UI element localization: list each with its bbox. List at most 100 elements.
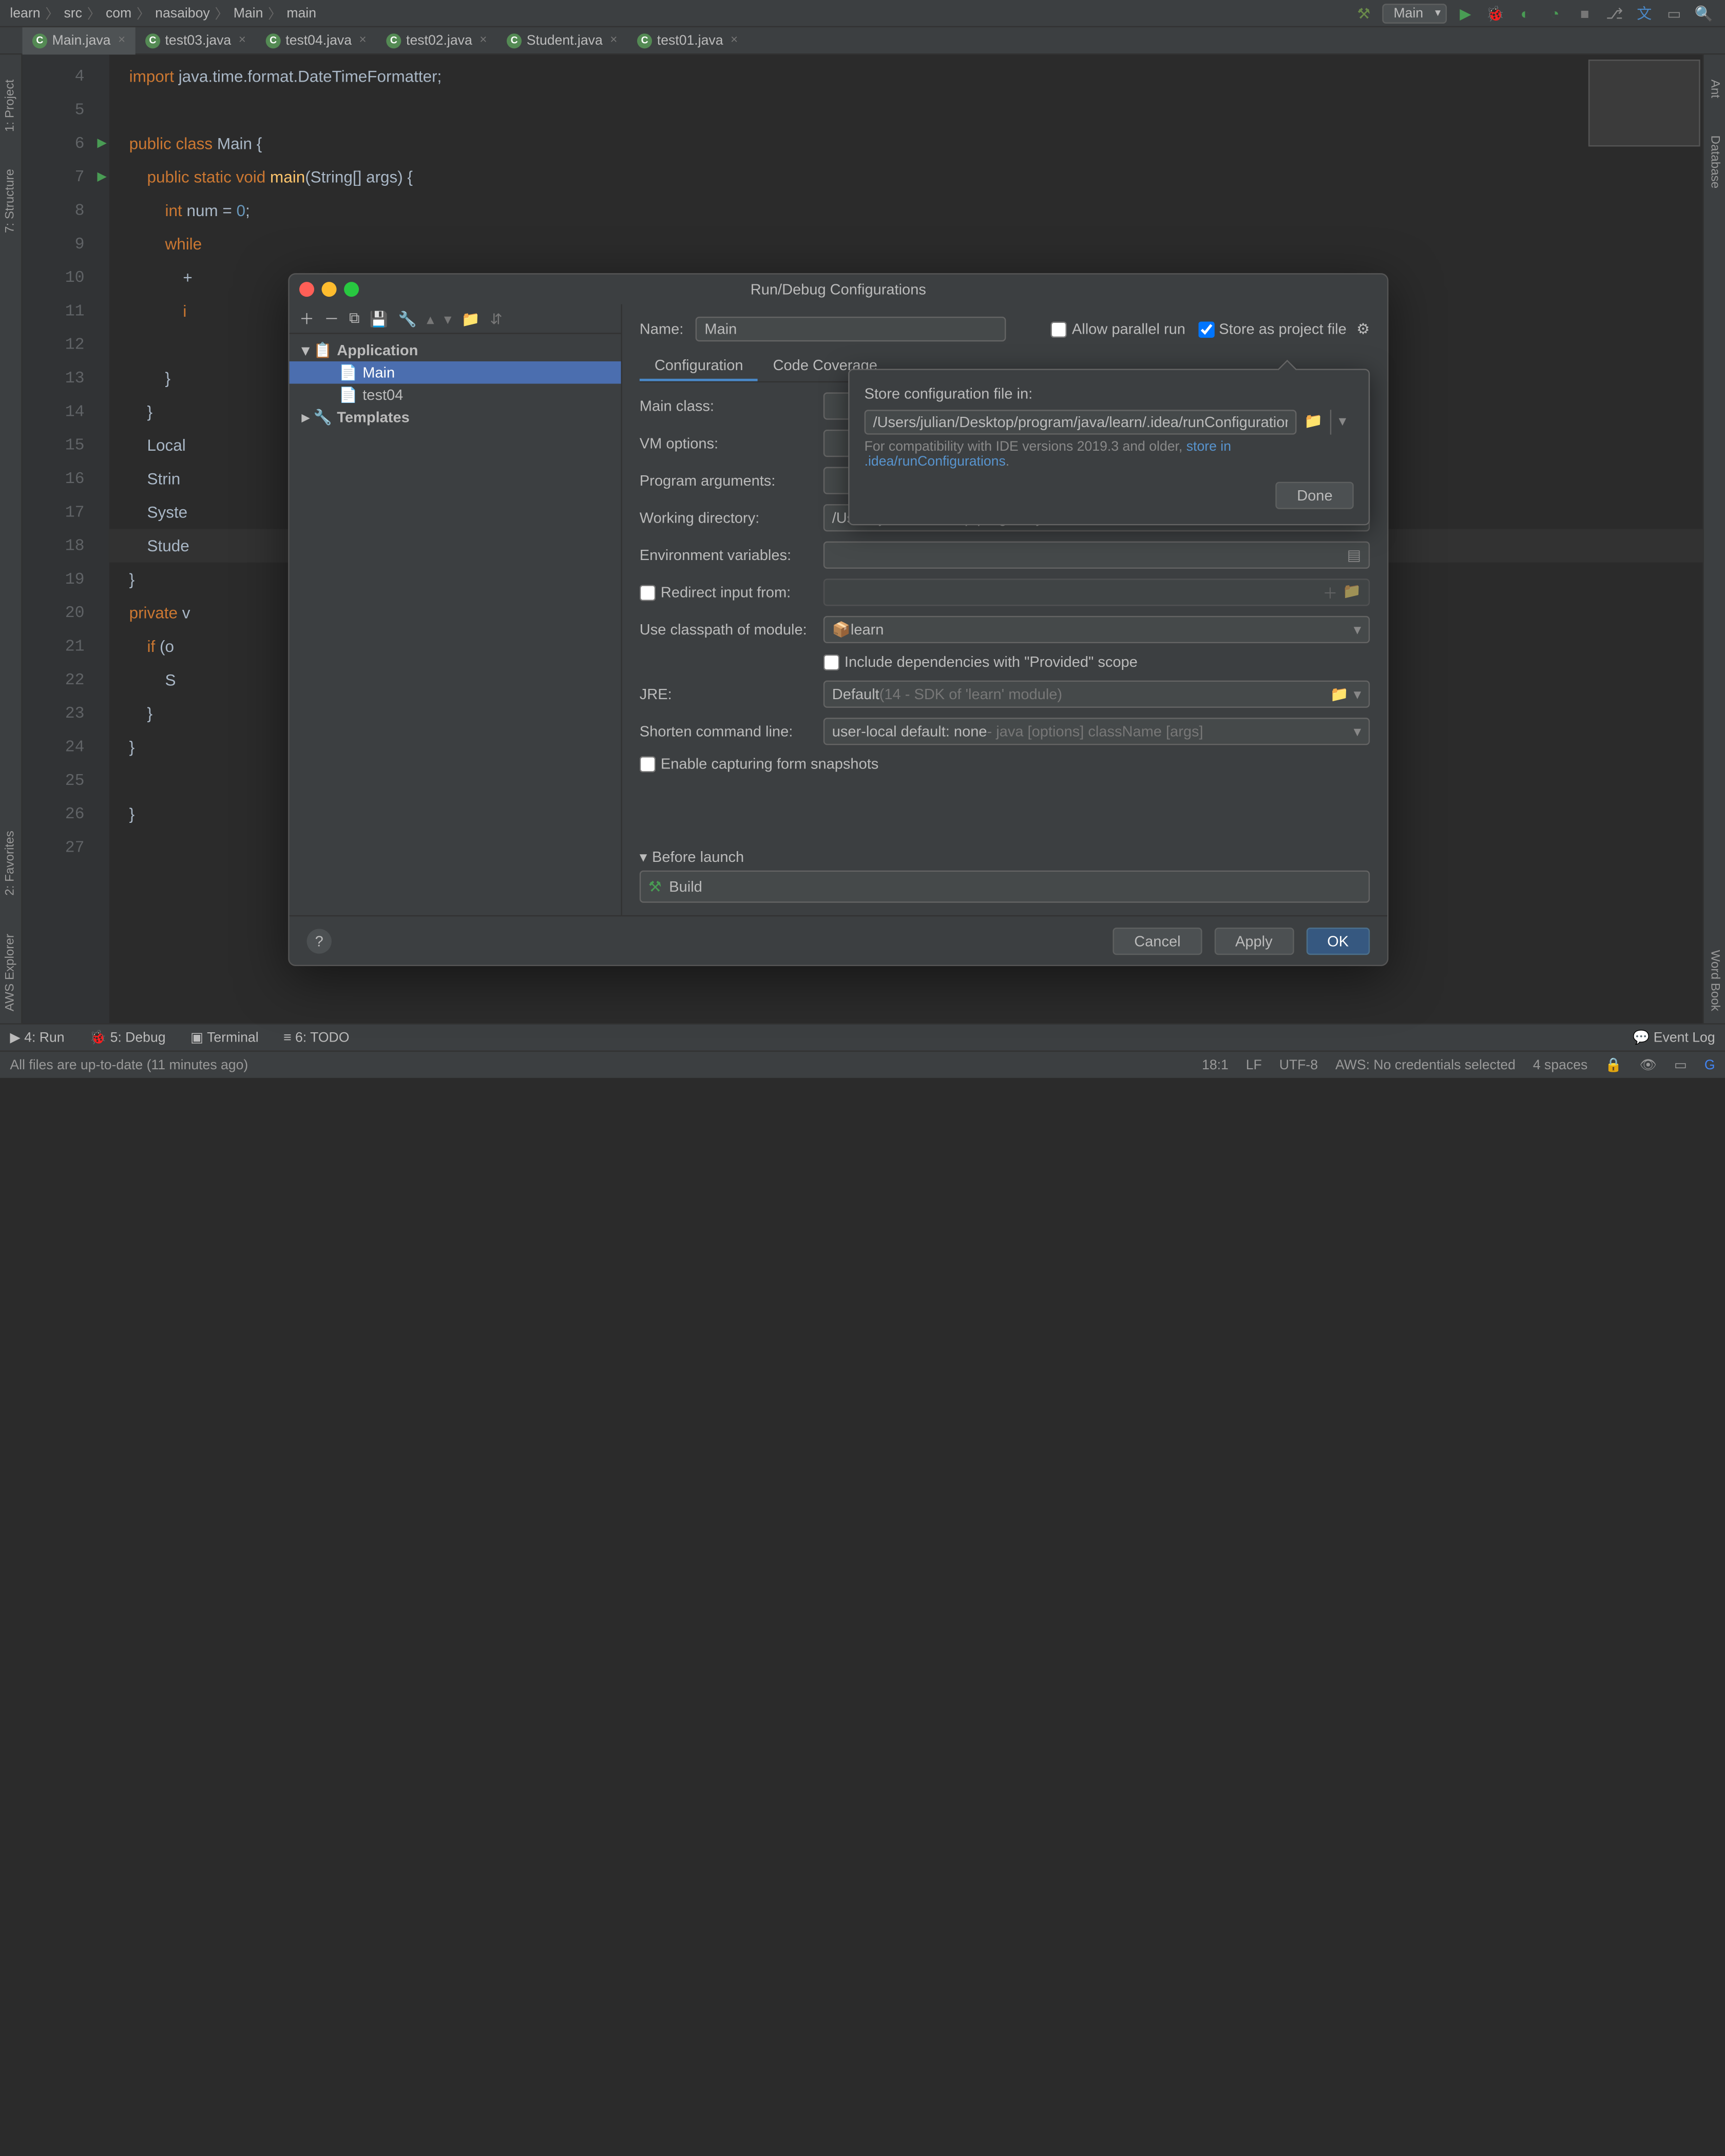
tab-student[interactable]: CStudent.java× xyxy=(497,27,627,54)
breadcrumb-item[interactable]: com xyxy=(106,6,131,21)
tab-test01[interactable]: Ctest01.java× xyxy=(627,27,748,54)
run-config-dropdown[interactable]: Main xyxy=(1383,3,1447,23)
add-icon[interactable]: ＋ xyxy=(299,308,314,329)
env-vars-field[interactable]: ▤ xyxy=(823,542,1370,569)
breadcrumb-item[interactable]: src xyxy=(64,6,82,21)
tool-terminal[interactable]: ▣ Terminal xyxy=(190,1029,259,1045)
inspect-icon[interactable]: 👁 xyxy=(1639,1057,1657,1073)
include-deps-label: Include dependencies with "Provided" sco… xyxy=(845,653,1138,670)
git-icon[interactable]: ⎇ xyxy=(1603,2,1626,25)
help-icon[interactable]: ? xyxy=(306,928,331,953)
run-gutter-icon[interactable]: ▶ xyxy=(97,137,107,150)
run-gutter-icon[interactable]: ▶ xyxy=(97,170,107,184)
search-icon[interactable]: 🔍 xyxy=(1693,2,1715,25)
tab-configuration[interactable]: Configuration xyxy=(640,352,758,381)
minimize-window-icon[interactable] xyxy=(322,282,337,297)
close-icon[interactable]: × xyxy=(731,33,738,47)
close-icon[interactable]: × xyxy=(118,33,125,47)
remove-icon[interactable]: － xyxy=(324,308,339,329)
tool-run[interactable]: ▶ 4: Run xyxy=(10,1029,64,1045)
sidebar-ant[interactable]: Ant xyxy=(1708,80,1721,98)
close-window-icon[interactable] xyxy=(299,282,314,297)
translate-icon[interactable]: 文 xyxy=(1633,2,1656,25)
minimap[interactable] xyxy=(1588,60,1700,146)
tree-application[interactable]: ▾ 📋 Application xyxy=(290,339,621,361)
close-icon[interactable]: × xyxy=(239,33,246,47)
shorten-field[interactable]: user-local default: none - java [options… xyxy=(823,718,1370,745)
indent[interactable]: 4 spaces xyxy=(1533,1057,1588,1072)
redirect-field[interactable]: ＋📁 xyxy=(823,579,1370,606)
sidebar-project[interactable]: 1: Project xyxy=(4,80,17,132)
sidebar-aws[interactable]: AWS Explorer xyxy=(4,933,17,1011)
tree-label: Application xyxy=(337,341,418,359)
close-icon[interactable]: × xyxy=(359,33,367,47)
sidebar-structure[interactable]: 7: Structure xyxy=(4,169,17,234)
encoding[interactable]: UTF-8 xyxy=(1279,1057,1318,1072)
close-icon[interactable]: × xyxy=(610,33,617,47)
tool-todo[interactable]: ≡ 6: TODO xyxy=(283,1030,349,1045)
tab-test03[interactable]: Ctest03.java× xyxy=(135,27,256,54)
tree-test04[interactable]: 📄 test04 xyxy=(290,383,621,406)
folder-icon[interactable]: 📁 xyxy=(462,310,480,328)
breadcrumb-item[interactable]: main xyxy=(286,6,316,21)
tree-templates[interactable]: ▸ 🔧 Templates xyxy=(290,406,621,429)
google-icon[interactable]: G xyxy=(1704,1057,1715,1072)
cancel-button[interactable]: Cancel xyxy=(1113,927,1202,954)
line-sep[interactable]: LF xyxy=(1246,1057,1262,1072)
classpath-field[interactable]: 📦 learn▾ xyxy=(823,616,1370,643)
jre-field[interactable]: Default (14 - SDK of 'learn' module)📁 ▾ xyxy=(823,681,1370,708)
sidebar-database[interactable]: Database xyxy=(1708,136,1721,189)
browse-icon[interactable]: 📁 xyxy=(1343,582,1361,603)
redirect-checkbox[interactable] xyxy=(640,584,656,600)
memory-icon[interactable]: ▭ xyxy=(1674,1057,1687,1073)
breadcrumb-item[interactable]: Main xyxy=(234,6,263,21)
wrench-icon[interactable]: 🔧 xyxy=(398,310,416,328)
dropdown-icon[interactable]: ▾ xyxy=(1330,410,1354,434)
tab-main[interactable]: CMain.java× xyxy=(23,27,136,54)
save-icon[interactable]: 💾 xyxy=(370,310,388,328)
breadcrumb-item[interactable]: learn xyxy=(10,6,40,21)
close-icon[interactable]: × xyxy=(480,33,487,47)
run-icon[interactable]: ▶ xyxy=(1454,2,1477,25)
profile-icon[interactable]: ◔ xyxy=(1544,2,1566,25)
tool-event-log[interactable]: 💬 Event Log xyxy=(1633,1029,1715,1045)
tab-test02[interactable]: Ctest02.java× xyxy=(376,27,497,54)
up-icon[interactable]: ▴ xyxy=(427,310,434,328)
coverage-icon[interactable]: ◐ xyxy=(1514,2,1537,25)
insert-icon[interactable]: ＋ xyxy=(1322,582,1337,603)
debug-icon[interactable]: 🐞 xyxy=(1484,2,1507,25)
name-input[interactable] xyxy=(696,317,1006,341)
topbar: learn〉 src〉 com〉 nasaiboy〉 Main〉 main ⚒ … xyxy=(0,0,1725,27)
gear-icon[interactable]: ⚙ xyxy=(1356,320,1370,338)
capture-checkbox[interactable] xyxy=(640,756,656,772)
include-deps-checkbox[interactable] xyxy=(823,654,839,670)
apply-button[interactable]: Apply xyxy=(1214,927,1294,954)
breadcrumb-item[interactable]: nasaiboy xyxy=(155,6,210,21)
maximize-window-icon[interactable] xyxy=(344,282,359,297)
before-launch-header[interactable]: ▾ Before launch xyxy=(640,843,1370,871)
store-path-input[interactable] xyxy=(865,410,1297,434)
before-launch-list[interactable]: ⚒Build xyxy=(640,871,1370,903)
stop-icon[interactable]: ■ xyxy=(1574,2,1596,25)
copy-icon[interactable]: ⧉ xyxy=(349,309,360,328)
lock-icon[interactable]: 🔒 xyxy=(1605,1057,1622,1073)
down-icon[interactable]: ▾ xyxy=(444,310,452,328)
shorten-detail: - java [options] className [args] xyxy=(987,723,1203,740)
sidebar-wordbook[interactable]: Word Book xyxy=(1708,950,1721,1011)
ok-button[interactable]: OK xyxy=(1306,927,1370,954)
list-icon[interactable]: ▤ xyxy=(1347,546,1361,564)
build-icon[interactable]: ⚒ xyxy=(1353,2,1375,25)
tool-debug[interactable]: 🐞 5: Debug xyxy=(89,1029,166,1045)
cursor-pos[interactable]: 18:1 xyxy=(1202,1057,1229,1072)
done-button[interactable]: Done xyxy=(1276,482,1354,509)
tab-test04[interactable]: Ctest04.java× xyxy=(256,27,376,54)
ide-icon[interactable]: ▭ xyxy=(1663,2,1685,25)
browse-icon[interactable]: 📁 xyxy=(1296,410,1330,434)
sidebar-favorites[interactable]: 2: Favorites xyxy=(4,831,17,896)
collapse-icon[interactable]: ⇵ xyxy=(490,310,502,328)
browse-icon[interactable]: 📁 xyxy=(1330,685,1349,703)
store-project-checkbox[interactable] xyxy=(1198,321,1214,337)
allow-parallel-checkbox[interactable] xyxy=(1051,321,1067,337)
tree-main[interactable]: 📄 Main xyxy=(290,361,621,384)
aws-status[interactable]: AWS: No credentials selected xyxy=(1335,1057,1516,1072)
